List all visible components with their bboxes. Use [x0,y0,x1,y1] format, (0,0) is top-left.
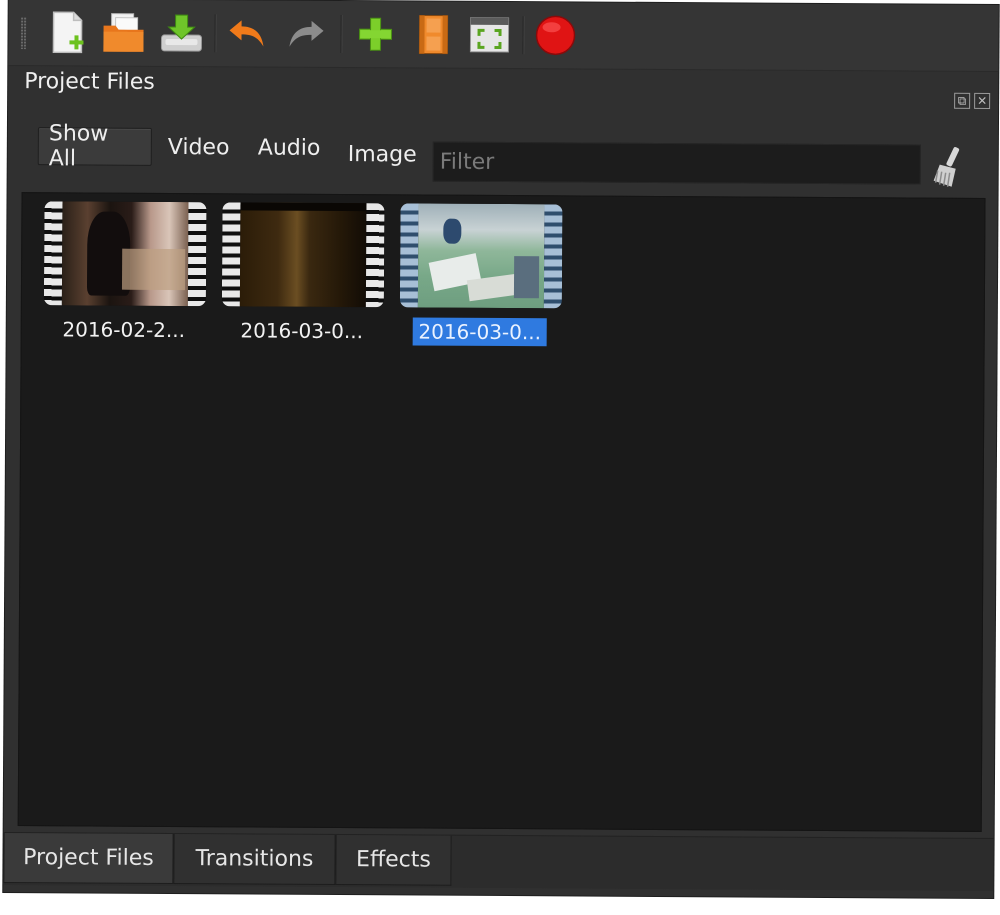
filter-image-button[interactable]: Image [338,135,427,174]
clear-filter-button[interactable] [930,145,966,189]
film-perforation [543,204,563,309]
fullscreen-icon [469,17,510,53]
file-name: 2016-03-0... [240,318,364,344]
dock-title: Project Files [24,69,155,95]
file-item[interactable]: 2016-03-0... [216,202,389,353]
file-item[interactable]: 2016-02-2... [38,201,211,352]
toolbar-separator [340,15,342,54]
project-files-list[interactable]: 2016-02-2... 2016-03-0... 2016-03-0... [17,192,986,832]
redo-arrow-icon [289,20,324,47]
project-files-window: Project Files ⧉ ✕ Show All Video Audio I… [3,0,999,899]
export-video-button[interactable] [532,12,578,58]
toolbar-grip-handle[interactable] [20,17,27,50]
film-perforation [365,203,385,308]
tab-transitions[interactable]: Transitions [173,834,336,885]
undo-arrow-icon [229,20,264,47]
filter-audio-button[interactable]: Audio [248,128,331,167]
film-perforation [187,202,207,307]
thumbnail-image [61,201,189,307]
redo-button[interactable] [282,11,328,57]
plus-icon [358,17,393,51]
film-perforation [43,201,63,306]
open-folder-icon [103,13,144,52]
video-thumbnail [43,201,207,307]
dock-tab-bar: Project Files Transitions Effects [3,831,994,892]
dock-float-button[interactable]: ⧉ [954,92,971,109]
save-download-icon [160,14,203,52]
choose-profile-button[interactable] [410,11,456,57]
film-strip-icon [418,14,449,55]
toolbar-separator [214,14,216,53]
toolbar-separator [522,16,524,55]
filter-show-all-button[interactable]: Show All [37,121,152,171]
new-project-button[interactable] [44,9,90,55]
save-project-button[interactable] [158,10,204,56]
filter-input[interactable] [432,141,921,185]
open-project-button[interactable] [100,10,146,56]
file-name: 2016-03-0... [394,317,566,347]
thumbnail-image [239,202,367,308]
filter-video-button[interactable]: Video [158,128,240,166]
undo-button[interactable] [224,10,270,56]
import-files-button[interactable] [352,11,398,57]
film-perforation [399,203,419,308]
video-thumbnail [399,203,563,309]
file-name: 2016-02-2... [62,317,186,343]
float-icon: ⧉ [957,93,967,108]
file-item[interactable]: 2016-03-0... [394,203,567,354]
main-toolbar [8,0,999,73]
film-perforation [221,202,241,307]
video-thumbnail [221,202,385,308]
close-icon: ✕ [977,93,988,108]
record-icon [535,15,576,56]
fullscreen-button[interactable] [466,12,512,58]
broom-icon [933,147,960,187]
thumbnail-image [417,203,545,309]
dock-close-button[interactable]: ✕ [974,92,991,109]
tab-effects[interactable]: Effects [335,834,452,886]
new-file-icon [52,11,84,54]
tab-project-files[interactable]: Project Files [3,832,174,885]
